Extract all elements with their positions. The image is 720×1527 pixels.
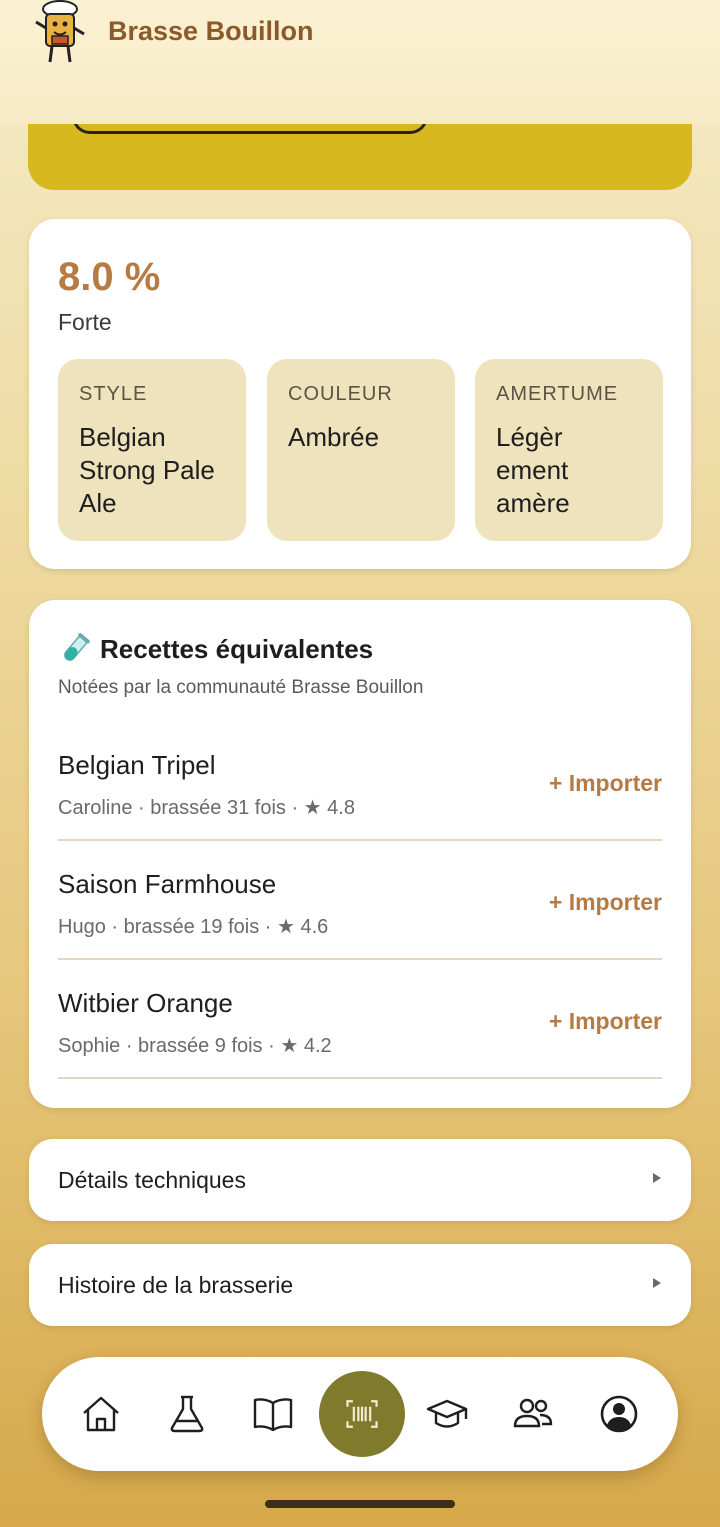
style-value: Belgian Strong Pale Ale bbox=[79, 422, 215, 518]
home-indicator bbox=[265, 1500, 455, 1508]
recipe-name: Witbier Orange bbox=[58, 988, 233, 1018]
caret-right-icon bbox=[653, 1173, 661, 1183]
strength-label: Forte bbox=[58, 309, 112, 335]
nav-recipes[interactable] bbox=[162, 1389, 212, 1439]
recipe-meta: Hugo · brassée 19 fois · ★ 4.6 bbox=[58, 916, 329, 938]
recipe-meta: Caroline · brassée 31 fois · ★ 4.8 bbox=[58, 797, 355, 819]
style-label: STYLE bbox=[79, 383, 148, 405]
color-label: COULEUR bbox=[288, 383, 393, 405]
flask-icon bbox=[170, 1395, 204, 1433]
graduation-cap-icon bbox=[426, 1399, 468, 1428]
beer-summary-card: 8.0 % Forte STYLE Belgian Strong Pale Al… bbox=[29, 219, 691, 569]
bitterness-tile: AMERTUME Légèr ement amère bbox=[475, 359, 663, 541]
abv-value: 8.0 % bbox=[58, 255, 161, 299]
technical-details-label: Détails techniques bbox=[58, 1167, 246, 1193]
barcode-scan-icon bbox=[346, 1400, 378, 1428]
app-header: Brasse Bouillon bbox=[0, 0, 720, 124]
import-button[interactable]: + Importer bbox=[549, 1008, 662, 1035]
bitterness-value: Légèr ement amère bbox=[496, 422, 570, 518]
nav-learn-book[interactable] bbox=[248, 1389, 298, 1439]
recipe-name: Belgian Tripel bbox=[58, 750, 216, 780]
test-tube-icon bbox=[64, 633, 90, 661]
caret-right-icon bbox=[653, 1278, 661, 1288]
community-icon bbox=[513, 1398, 553, 1428]
bitterness-label: AMERTUME bbox=[496, 383, 619, 405]
nav-academy[interactable] bbox=[422, 1389, 472, 1439]
brewery-history-section[interactable]: Histoire de la brasserie bbox=[29, 1244, 691, 1326]
equivalent-recipes-card: Recettes équivalentes Notées par la comm… bbox=[29, 600, 691, 1108]
profile-icon bbox=[600, 1395, 638, 1433]
home-icon bbox=[83, 1396, 119, 1432]
bottom-nav bbox=[42, 1357, 678, 1471]
recipes-subtitle: Notées par la communauté Brasse Bouillon bbox=[58, 677, 424, 698]
technical-details-section[interactable]: Détails techniques bbox=[29, 1139, 691, 1221]
import-button[interactable]: + Importer bbox=[549, 770, 662, 797]
nav-home[interactable] bbox=[76, 1389, 126, 1439]
nav-profile[interactable] bbox=[594, 1389, 644, 1439]
recipe-row[interactable]: Witbier Orange Sophie · brassée 9 fois ·… bbox=[58, 960, 662, 1079]
recipes-title: Recettes équivalentes bbox=[100, 633, 374, 664]
book-icon bbox=[253, 1398, 293, 1432]
import-button[interactable]: + Importer bbox=[549, 889, 662, 916]
nav-community[interactable] bbox=[508, 1389, 558, 1439]
brewery-history-label: Histoire de la brasserie bbox=[58, 1272, 294, 1298]
logo-icon bbox=[35, 0, 85, 63]
recipes-heading: Recettes équivalentes bbox=[58, 632, 373, 666]
recipe-meta: Sophie · brassée 9 fois · ★ 4.2 bbox=[58, 1035, 332, 1057]
nav-scan[interactable] bbox=[319, 1371, 405, 1457]
style-tile: STYLE Belgian Strong Pale Ale bbox=[58, 359, 246, 541]
color-value: Ambrée bbox=[288, 422, 380, 452]
color-tile: COULEUR Ambrée bbox=[267, 359, 455, 541]
recipe-row[interactable]: Belgian Tripel Caroline · brassée 31 foi… bbox=[58, 722, 662, 841]
recipe-name: Saison Farmhouse bbox=[58, 869, 277, 899]
app-title: Brasse Bouillon bbox=[108, 16, 314, 46]
recipe-row[interactable]: Saison Farmhouse Hugo · brassée 19 fois … bbox=[58, 841, 662, 960]
